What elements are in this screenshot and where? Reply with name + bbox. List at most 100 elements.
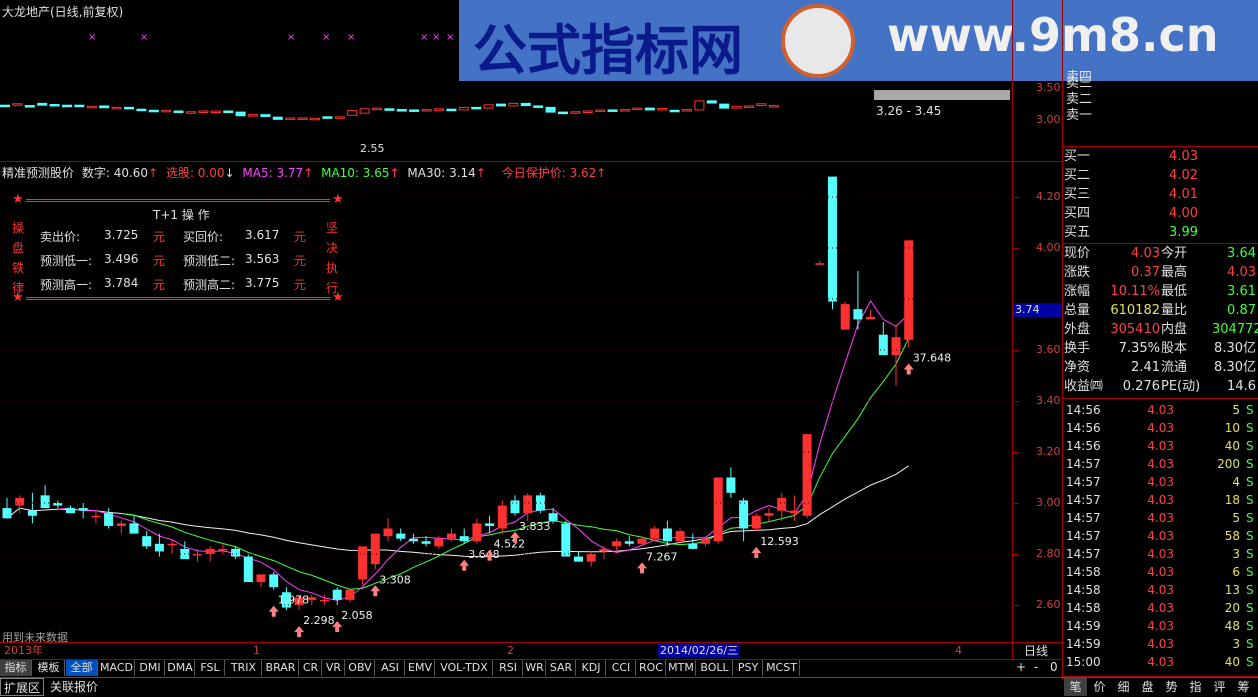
candle-body — [853, 309, 863, 320]
y-axis-label: 3.40 — [1036, 394, 1061, 407]
tick-price: 4.03 — [1147, 457, 1174, 471]
indicator-tab[interactable]: MTM — [667, 660, 696, 676]
operation-box: ★ ★ ★ ★ T+1 操 作 操盘铁律 坚决执行 卖出价: 3.725 元买回价:… — [12, 192, 345, 305]
month-1: 1 — [253, 644, 260, 657]
stat-label: 收益㈣ — [1064, 379, 1104, 394]
stat-value: 14.6 — [1227, 379, 1256, 394]
right-tab[interactable]: 评 — [1208, 678, 1231, 696]
right-tab[interactable]: 势 — [1160, 678, 1183, 696]
indicator-tab[interactable]: KDJ — [577, 660, 606, 676]
tick-time: 14:59 — [1066, 637, 1101, 651]
box-cell-l1: 预测低一: — [40, 254, 93, 268]
stat-value: 10.11% — [1110, 284, 1160, 299]
candle-body — [840, 304, 850, 330]
buy-signal-arrow — [903, 363, 914, 375]
tick-side: S — [1246, 619, 1254, 633]
buy-level-price: 3.99 — [1169, 225, 1198, 240]
candle-body — [320, 599, 329, 602]
signal-label: 3.308 — [379, 573, 411, 586]
indicator-tab[interactable]: DMI — [136, 660, 165, 676]
signal-label: 37.648 — [913, 351, 952, 364]
indicator-tab[interactable]: FSL — [196, 660, 225, 676]
stat-value: 304772 — [1212, 322, 1258, 337]
stat-value: 8.30亿 — [1214, 341, 1256, 356]
candle-body — [675, 531, 685, 542]
y-axis-tick — [1014, 248, 1019, 249]
zoom-minus-button[interactable]: - — [1034, 660, 1038, 674]
right-tab[interactable]: 细 — [1112, 678, 1135, 696]
indicator-tab[interactable]: 指标 — [0, 660, 32, 676]
candle-body — [624, 541, 634, 544]
candle-body — [891, 337, 901, 356]
buy-level-row: 买二 4.0211 — [1062, 167, 1258, 185]
indicator-tab[interactable]: PSY — [734, 660, 763, 676]
indicator-tab[interactable]: ASI — [376, 660, 405, 676]
candle-body — [612, 541, 622, 547]
buy-level-name: 买五 — [1064, 225, 1091, 240]
tick-time: 14:56 — [1066, 403, 1101, 417]
quote-divider-4 — [1062, 676, 1258, 677]
candle-body — [256, 574, 266, 583]
buy-signal-arrow — [459, 559, 470, 571]
candle-body — [332, 589, 342, 600]
signal-label: 7.267 — [646, 550, 678, 563]
candle-body — [815, 263, 825, 265]
indicator-tab[interactable]: ROC — [637, 660, 666, 676]
buy-level-name: 买二 — [1064, 168, 1091, 183]
tick-time: 14:56 — [1066, 439, 1101, 453]
buy-level-row: 买三 4.01123 — [1062, 186, 1258, 204]
candle-body — [866, 316, 876, 320]
tick-time: 14:57 — [1066, 547, 1101, 561]
indicator-tab[interactable]: 模板 — [33, 660, 65, 676]
tick-side: S — [1246, 403, 1254, 417]
candle-body — [701, 538, 710, 544]
stat-value: 305410 — [1110, 322, 1160, 337]
indicator-tab[interactable]: OBV — [346, 660, 375, 676]
candle-body — [218, 548, 228, 551]
buy-level-row: 买一 4.03146977 — [1062, 148, 1258, 166]
indicator-tab[interactable]: DMA — [166, 660, 195, 676]
tick-volume: 20 — [1224, 601, 1240, 615]
indicator-tab[interactable]: CR — [300, 660, 322, 676]
right-tab[interactable]: 筹 — [1232, 678, 1255, 696]
stat-row: 涨幅 10.11% 最低 3.61 — [1062, 283, 1258, 301]
indicator-tab[interactable]: MCST — [764, 660, 800, 676]
indicator-tab[interactable]: TRIX — [226, 660, 262, 676]
stat-label: 现价 — [1064, 246, 1091, 261]
right-tab[interactable]: 盘 — [1136, 678, 1159, 696]
stat-label: 总量 — [1064, 303, 1091, 318]
tick-volume: 200 — [1217, 457, 1240, 471]
indicator-tab[interactable]: CCI — [607, 660, 636, 676]
tick-row: 15:00 4.03 40 S — [1064, 653, 1258, 671]
box-cell-l1: 卖出价: — [40, 230, 81, 244]
tick-price: 4.03 — [1147, 421, 1174, 435]
candle-body — [345, 589, 355, 600]
zoom-zero-button[interactable]: 0 — [1050, 660, 1058, 674]
stat-label: 内盘 — [1161, 322, 1188, 337]
indicator-tab[interactable]: WR — [524, 660, 546, 676]
indicator-tab[interactable]: VOL-TDX — [436, 660, 493, 676]
indicator-tab[interactable]: BRAR — [263, 660, 299, 676]
indicator-tab[interactable]: VR — [323, 660, 345, 676]
indicator-tab[interactable]: RSI — [494, 660, 523, 676]
indicator-tab[interactable]: 全部 — [66, 660, 98, 676]
tick-side: S — [1246, 457, 1254, 471]
zoom-plus-button[interactable]: + — [1016, 660, 1026, 674]
right-tab[interactable]: 笔 — [1064, 678, 1087, 696]
stat-label: 涨跌 — [1064, 265, 1091, 280]
tick-volume: 4 — [1232, 475, 1240, 489]
right-tab[interactable]: 价 — [1088, 678, 1111, 696]
indicator-tab[interactable]: MACD — [99, 660, 135, 676]
indicator-tab[interactable]: EMV — [406, 660, 435, 676]
y-axis-tick — [1014, 452, 1019, 453]
bottom-tab-related[interactable]: 关联报价 — [46, 678, 102, 696]
buy-level-volume: 123 — [1199, 186, 1258, 204]
candle-body — [243, 556, 253, 583]
y-axis-tick — [1014, 605, 1019, 606]
indicator-tab[interactable]: BOLL — [697, 660, 733, 676]
indicator-tab[interactable]: SAR — [547, 660, 576, 676]
bottom-tab-extend[interactable]: 扩展区 — [0, 678, 44, 696]
right-tab[interactable]: 指 — [1184, 678, 1207, 696]
candle-body — [523, 495, 533, 514]
y-axis-label: 2.60 — [1036, 598, 1061, 611]
